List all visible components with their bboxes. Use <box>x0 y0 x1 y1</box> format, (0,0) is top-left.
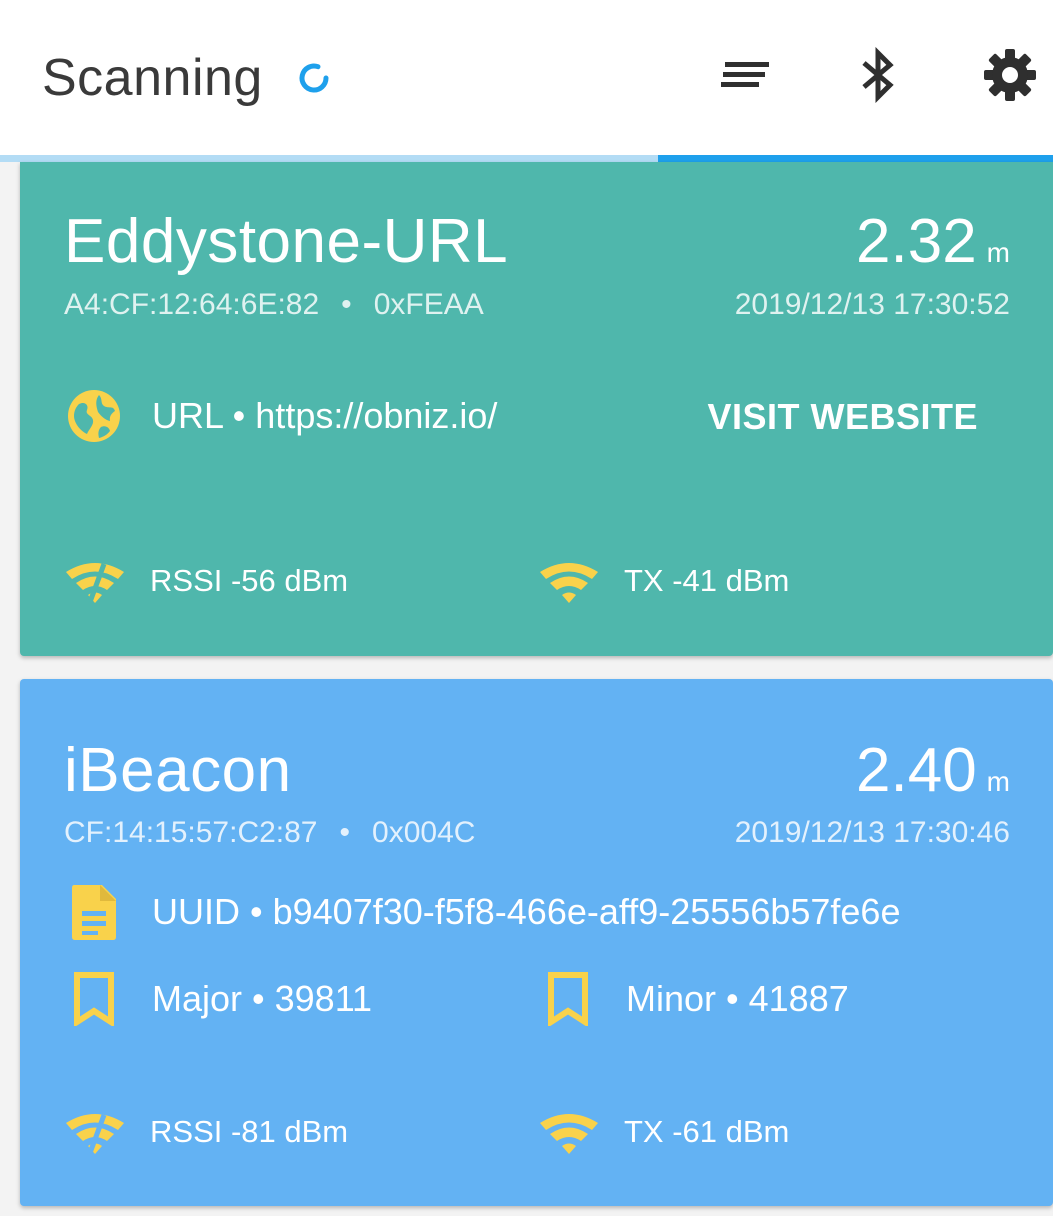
last-seen-timestamp: 2019/12/13 17:30:46 <box>734 816 1010 849</box>
uuid-value: UUID • b9407f30-f5f8-466e-aff9-25556b57f… <box>152 891 901 932</box>
service-id: 0xFEAA <box>373 288 484 321</box>
distance-value: 2.40 <box>856 736 977 805</box>
wifi-signal-icon <box>538 558 600 604</box>
distance-unit: m <box>986 237 1010 268</box>
scan-progress-fill <box>658 155 1053 162</box>
url-row: URL • https://obniz.io/ <box>64 386 497 446</box>
beacon-type: iBeacon <box>64 736 292 805</box>
tx-value: TX -61 dBm <box>624 1114 790 1149</box>
service-id: 0x004C <box>372 816 476 849</box>
loading-spinner-icon <box>299 63 329 93</box>
mac-address: CF:14:15:57:C2:87 <box>64 816 318 849</box>
minor-row: Minor • 41887 <box>538 969 849 1029</box>
beacon-type: Eddystone-URL <box>64 207 509 276</box>
tx-value: TX -41 dBm <box>624 563 790 598</box>
beacon-distance: 2.32 m <box>856 206 1010 277</box>
app-bar: Scanning <box>0 0 1053 155</box>
rssi-stat: RSSI -81 dBm <box>64 1109 348 1155</box>
scan-progress-bar <box>0 155 1053 162</box>
distance-unit: m <box>986 766 1010 797</box>
document-icon <box>64 882 124 942</box>
sort-icon[interactable] <box>716 45 776 105</box>
rssi-stat: RSSI -56 dBm <box>64 558 348 604</box>
major-row: Major • 39811 <box>64 969 372 1029</box>
beacon-address-line: CF:14:15:57:C2:87 • 0x004C <box>64 816 476 849</box>
tx-stat: TX -41 dBm <box>538 558 789 604</box>
globe-icon <box>64 386 124 446</box>
beacon-card-eddystone[interactable]: Eddystone-URL 2.32 m A4:CF:12:64:6E:82 • 0x… <box>20 162 1053 656</box>
beacon-card-ibeacon[interactable]: iBeacon 2.40 m CF:14:15:57:C2:87 • 0x004C 2… <box>20 679 1053 1206</box>
beacon-distance: 2.40 m <box>856 735 1010 806</box>
last-seen-timestamp: 2019/12/13 17:30:52 <box>734 288 1010 321</box>
distance-value: 2.32 <box>856 207 977 276</box>
url-value: URL • https://obniz.io/ <box>152 395 498 436</box>
page-title: Scanning <box>42 49 263 107</box>
bookmark-icon <box>538 969 598 1029</box>
mac-address: A4:CF:12:64:6E:82 <box>64 288 320 321</box>
wifi-signal-icon <box>538 1109 600 1155</box>
rssi-value: RSSI -81 dBm <box>150 1114 349 1149</box>
bluetooth-icon[interactable] <box>848 45 908 105</box>
tx-stat: TX -61 dBm <box>538 1109 789 1155</box>
beacon-address-line: A4:CF:12:64:6E:82 • 0xFEAA <box>64 288 484 321</box>
weak-signal-icon <box>64 558 126 604</box>
uuid-row: UUID • b9407f30-f5f8-466e-aff9-25556b57f… <box>64 882 900 942</box>
weak-signal-icon <box>64 1109 126 1155</box>
major-value: Major • 39811 <box>152 978 373 1019</box>
settings-icon[interactable] <box>980 45 1040 105</box>
bookmark-icon <box>64 969 124 1029</box>
visit-website-button[interactable]: VISIT WEBSITE <box>707 396 978 438</box>
minor-value: Minor • 41887 <box>626 978 849 1019</box>
rssi-value: RSSI -56 dBm <box>150 563 349 598</box>
